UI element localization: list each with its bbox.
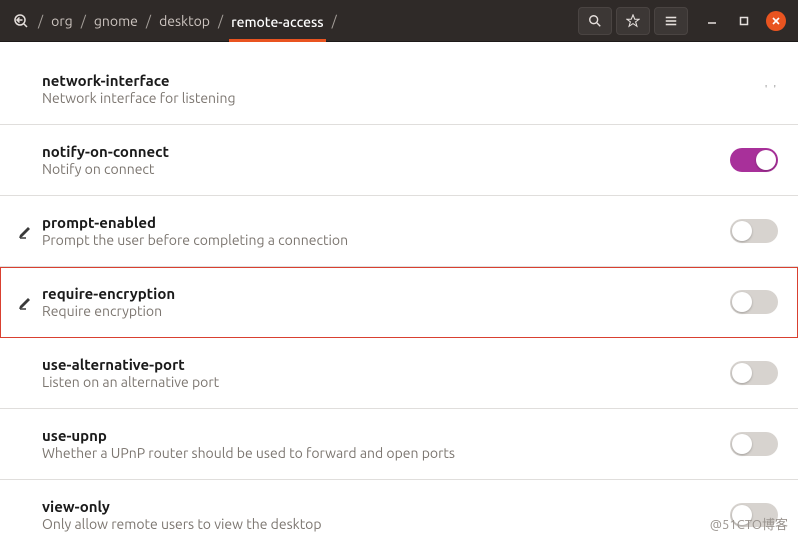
breadcrumb-seg-remote-access[interactable]: remote-access (229, 12, 325, 42)
breadcrumb-separator: / (77, 13, 90, 29)
setting-row-use-upnp[interactable]: use-upnp Whether a UPnP router should be… (0, 409, 798, 480)
setting-row-network-interface[interactable]: network-interface Network interface for … (0, 42, 798, 125)
setting-value-preview: ' ' (765, 84, 778, 95)
breadcrumb: / org / gnome / desktop / remote-access … (8, 10, 572, 32)
setting-description: Whether a UPnP router should be used to … (42, 445, 730, 461)
breadcrumb-separator: / (214, 13, 227, 29)
toggle-knob (732, 363, 752, 383)
toggle-switch[interactable] (730, 432, 778, 456)
row-texts: network-interface Network interface for … (40, 72, 765, 106)
setting-key: use-upnp (42, 427, 730, 444)
window-controls (702, 11, 786, 31)
toggle-knob (732, 434, 752, 454)
maximize-button[interactable] (734, 11, 754, 31)
pencil-icon (12, 293, 40, 311)
toggle-switch[interactable] (730, 148, 778, 172)
setting-key: use-alternative-port (42, 356, 730, 373)
minimize-button[interactable] (702, 11, 722, 31)
settings-list: network-interface Network interface for … (0, 42, 798, 539)
setting-description: Require encryption (42, 303, 730, 319)
row-texts: prompt-enabled Prompt the user before co… (40, 214, 730, 248)
setting-row-notify-on-connect[interactable]: notify-on-connect Notify on connect (0, 125, 798, 196)
setting-row-view-only[interactable]: view-only Only allow remote users to vie… (0, 480, 798, 539)
header-actions (578, 7, 790, 35)
row-action (730, 290, 778, 314)
setting-description: Only allow remote users to view the desk… (42, 516, 730, 532)
row-texts: use-upnp Whether a UPnP router should be… (40, 427, 730, 461)
setting-description: Network interface for listening (42, 90, 765, 106)
toggle-knob (732, 292, 752, 312)
setting-description: Prompt the user before completing a conn… (42, 232, 730, 248)
pencil-icon (12, 222, 40, 240)
setting-key: prompt-enabled (42, 214, 730, 231)
headerbar: / org / gnome / desktop / remote-access … (0, 0, 798, 42)
row-action (730, 361, 778, 385)
breadcrumb-seg-gnome[interactable]: gnome (92, 11, 140, 31)
breadcrumb-separator: / (142, 13, 155, 29)
breadcrumb-seg-desktop[interactable]: desktop (157, 11, 212, 31)
toggle-switch[interactable] (730, 361, 778, 385)
breadcrumb-seg-org[interactable]: org (49, 11, 75, 31)
setting-key: require-encryption (42, 285, 730, 302)
row-texts: view-only Only allow remote users to vie… (40, 498, 730, 532)
toggle-switch[interactable] (730, 219, 778, 243)
row-texts: use-alternative-port Listen on an altern… (40, 356, 730, 390)
setting-key: notify-on-connect (42, 143, 730, 160)
row-action (730, 148, 778, 172)
watermark-text: @51CTO博客 (710, 514, 788, 533)
breadcrumb-separator: / (328, 13, 341, 29)
bookmark-button[interactable] (616, 7, 650, 35)
menu-button[interactable] (654, 7, 688, 35)
row-action (730, 219, 778, 243)
back-icon[interactable] (10, 10, 32, 32)
setting-row-require-encryption[interactable]: require-encryption Require encryption (0, 267, 798, 338)
setting-description: Notify on connect (42, 161, 730, 177)
setting-row-prompt-enabled[interactable]: prompt-enabled Prompt the user before co… (0, 196, 798, 267)
row-texts: require-encryption Require encryption (40, 285, 730, 319)
toggle-knob (756, 150, 776, 170)
search-button[interactable] (578, 7, 612, 35)
row-action (730, 432, 778, 456)
toggle-knob (732, 221, 752, 241)
setting-key: view-only (42, 498, 730, 515)
toggle-switch[interactable] (730, 290, 778, 314)
setting-row-use-alternative-port[interactable]: use-alternative-port Listen on an altern… (0, 338, 798, 409)
setting-description: Listen on an alternative port (42, 374, 730, 390)
row-texts: notify-on-connect Notify on connect (40, 143, 730, 177)
breadcrumb-separator: / (34, 13, 47, 29)
close-button[interactable] (766, 11, 786, 31)
setting-key: network-interface (42, 72, 765, 89)
